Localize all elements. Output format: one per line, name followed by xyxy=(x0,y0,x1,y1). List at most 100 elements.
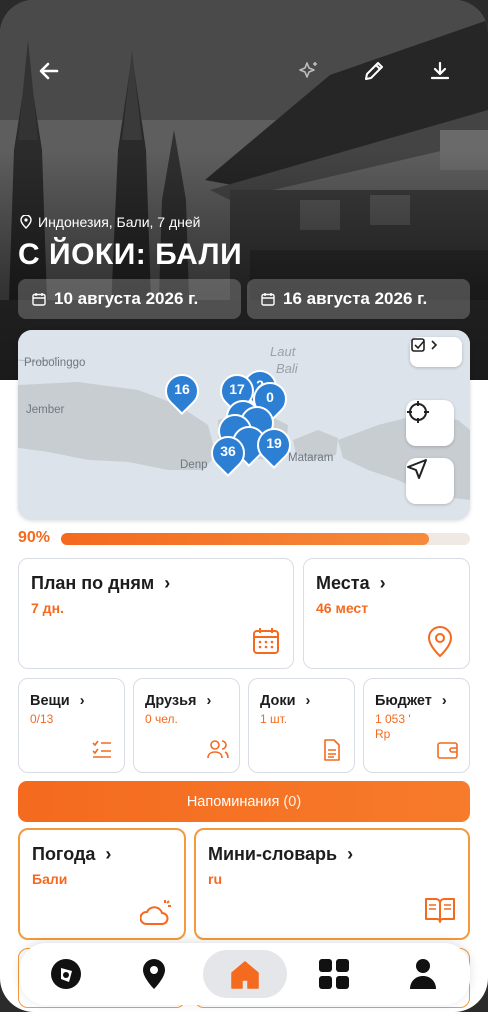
trip-location: Индонезия, Бали, 7 дней xyxy=(20,214,200,230)
app-screen: Индонезия, Бали, 7 дней С ЙОКИ: БАЛИ 10 … xyxy=(0,0,488,1012)
nav-services[interactable] xyxy=(311,951,357,997)
plan-title-text: План по дням xyxy=(31,573,155,593)
map-pin[interactable]: 36 xyxy=(203,428,253,480)
map-label-laut: Laut xyxy=(270,344,296,359)
chevron-right-icon: › xyxy=(305,693,311,709)
back-button[interactable] xyxy=(32,54,66,88)
chevron-right-icon: › xyxy=(105,844,112,864)
person-icon xyxy=(410,959,436,989)
places-title-text: Места xyxy=(316,573,370,593)
weather-icon xyxy=(140,900,171,925)
chevron-right-icon: › xyxy=(206,693,212,709)
dictionary-title-text: Мини-словарь xyxy=(208,844,338,864)
pencil-icon xyxy=(365,62,383,80)
budget-card-currency: Rp xyxy=(375,727,391,741)
progress-percent: 90% xyxy=(18,529,51,546)
calendar-icon xyxy=(253,628,279,654)
users-icon xyxy=(207,740,229,759)
location-pin-icon xyxy=(20,215,32,229)
map-label-probolinggo: Probolinggo xyxy=(24,357,86,369)
things-title-text: Вещи xyxy=(30,693,70,709)
reminders-button[interactable]: Напоминания (0) xyxy=(18,781,470,822)
budget-card-title: Бюджет › xyxy=(375,693,447,709)
ai-magic-button[interactable] xyxy=(292,54,326,88)
map-filter-button[interactable] xyxy=(410,337,462,367)
weather-card[interactable]: Погода › Бали xyxy=(18,828,186,940)
chevron-right-icon: › xyxy=(347,844,354,864)
map-label-bali-sea: Bali xyxy=(276,361,298,376)
bottom-nav xyxy=(20,943,470,1005)
chevron-right-icon: › xyxy=(379,573,386,593)
docs-card[interactable]: Доки › 1 шт. xyxy=(248,678,355,773)
progress-fill xyxy=(61,533,430,545)
dictionary-card[interactable]: Мини-словарь › ru xyxy=(194,828,470,940)
reminders-label: Напоминания xyxy=(186,793,280,810)
edit-button[interactable] xyxy=(357,54,391,88)
location-icon xyxy=(143,959,165,989)
crosshair-icon xyxy=(407,401,429,423)
trip-title: С ЙОКИ: БАЛИ xyxy=(18,238,243,271)
weather-card-subtitle: Бали xyxy=(32,871,68,887)
nav-profile[interactable] xyxy=(400,951,446,997)
grid-icon xyxy=(319,959,349,989)
map-pin[interactable]: 19 xyxy=(249,420,299,472)
checklist-icon xyxy=(92,740,111,758)
map-pin-icon xyxy=(427,626,453,658)
pin-count: 36 xyxy=(220,443,236,459)
map-center-button[interactable] xyxy=(406,400,454,446)
things-card-subtitle: 0/13 xyxy=(30,712,54,726)
places-card-subtitle: 46 мест xyxy=(316,600,369,616)
things-card-title: Вещи › xyxy=(30,693,85,709)
friends-card[interactable]: Друзья › 0 чел. xyxy=(133,678,240,773)
dictionary-card-title: Мини-словарь › xyxy=(208,844,353,865)
docs-card-subtitle: 1 шт. xyxy=(260,712,288,726)
map-navigate-button[interactable] xyxy=(406,458,454,504)
trip-location-text: Индонезия, Бали, 7 дней xyxy=(38,214,201,230)
calendar-small-icon xyxy=(32,293,46,306)
nav-home[interactable] xyxy=(203,950,287,998)
book-icon xyxy=(425,898,455,923)
progress-bar xyxy=(61,533,470,545)
start-date: 10 августа 2026 г. xyxy=(54,289,199,308)
map-label-mataram: Mataram xyxy=(288,452,334,464)
download-button[interactable] xyxy=(423,54,457,88)
trip-header-photo: Индонезия, Бали, 7 дней С ЙОКИ: БАЛИ 10 … xyxy=(0,0,488,380)
weather-card-title: Погода › xyxy=(32,844,111,865)
nav-map[interactable] xyxy=(131,951,177,997)
wallet-icon xyxy=(437,742,458,759)
home-icon xyxy=(231,961,259,989)
budget-card[interactable]: Бюджет › 1 053 ' Rp xyxy=(363,678,470,773)
checkbox-icon xyxy=(411,338,438,352)
dictionary-card-subtitle: ru xyxy=(208,871,222,887)
end-date-chip[interactable]: 16 августа 2026 г. xyxy=(247,279,470,319)
start-date-chip[interactable]: 10 августа 2026 г. xyxy=(18,279,241,319)
back-arrow-icon xyxy=(39,62,59,80)
friends-card-title: Друзья › xyxy=(145,693,211,709)
places-card[interactable]: Места › 46 мест xyxy=(303,558,470,669)
budget-title-text: Бюджет xyxy=(375,693,432,709)
download-icon xyxy=(430,61,450,80)
docs-title-text: Доки xyxy=(260,693,296,709)
map-label-denpasar: Denp xyxy=(180,459,208,471)
map-label-jember: Jember xyxy=(26,404,65,416)
trip-map[interactable]: Probolinggo Jember Laut Bali Denp Matara… xyxy=(18,330,470,520)
document-icon xyxy=(324,739,340,761)
chevron-right-icon: › xyxy=(79,693,85,709)
friends-title-text: Друзья xyxy=(145,693,197,709)
compass-icon xyxy=(51,959,81,989)
plan-card[interactable]: План по дням › 7 дн. xyxy=(18,558,294,669)
calendar-small-icon xyxy=(261,293,275,306)
sparkle-icon xyxy=(299,62,317,78)
weather-title-text: Погода xyxy=(32,844,96,864)
things-card[interactable]: Вещи › 0/13 xyxy=(18,678,125,773)
nav-trips[interactable] xyxy=(43,951,89,997)
friends-card-subtitle: 0 чел. xyxy=(145,712,178,726)
reminders-count: (0) xyxy=(283,793,302,810)
pin-count: 17 xyxy=(229,381,245,397)
chevron-right-icon: › xyxy=(164,573,171,593)
end-date: 16 августа 2026 г. xyxy=(283,289,428,308)
places-card-title: Места › xyxy=(316,573,386,594)
plan-card-subtitle: 7 дн. xyxy=(31,600,64,616)
navigation-arrow-icon xyxy=(407,459,427,479)
map-pin[interactable]: 16 xyxy=(157,366,207,418)
